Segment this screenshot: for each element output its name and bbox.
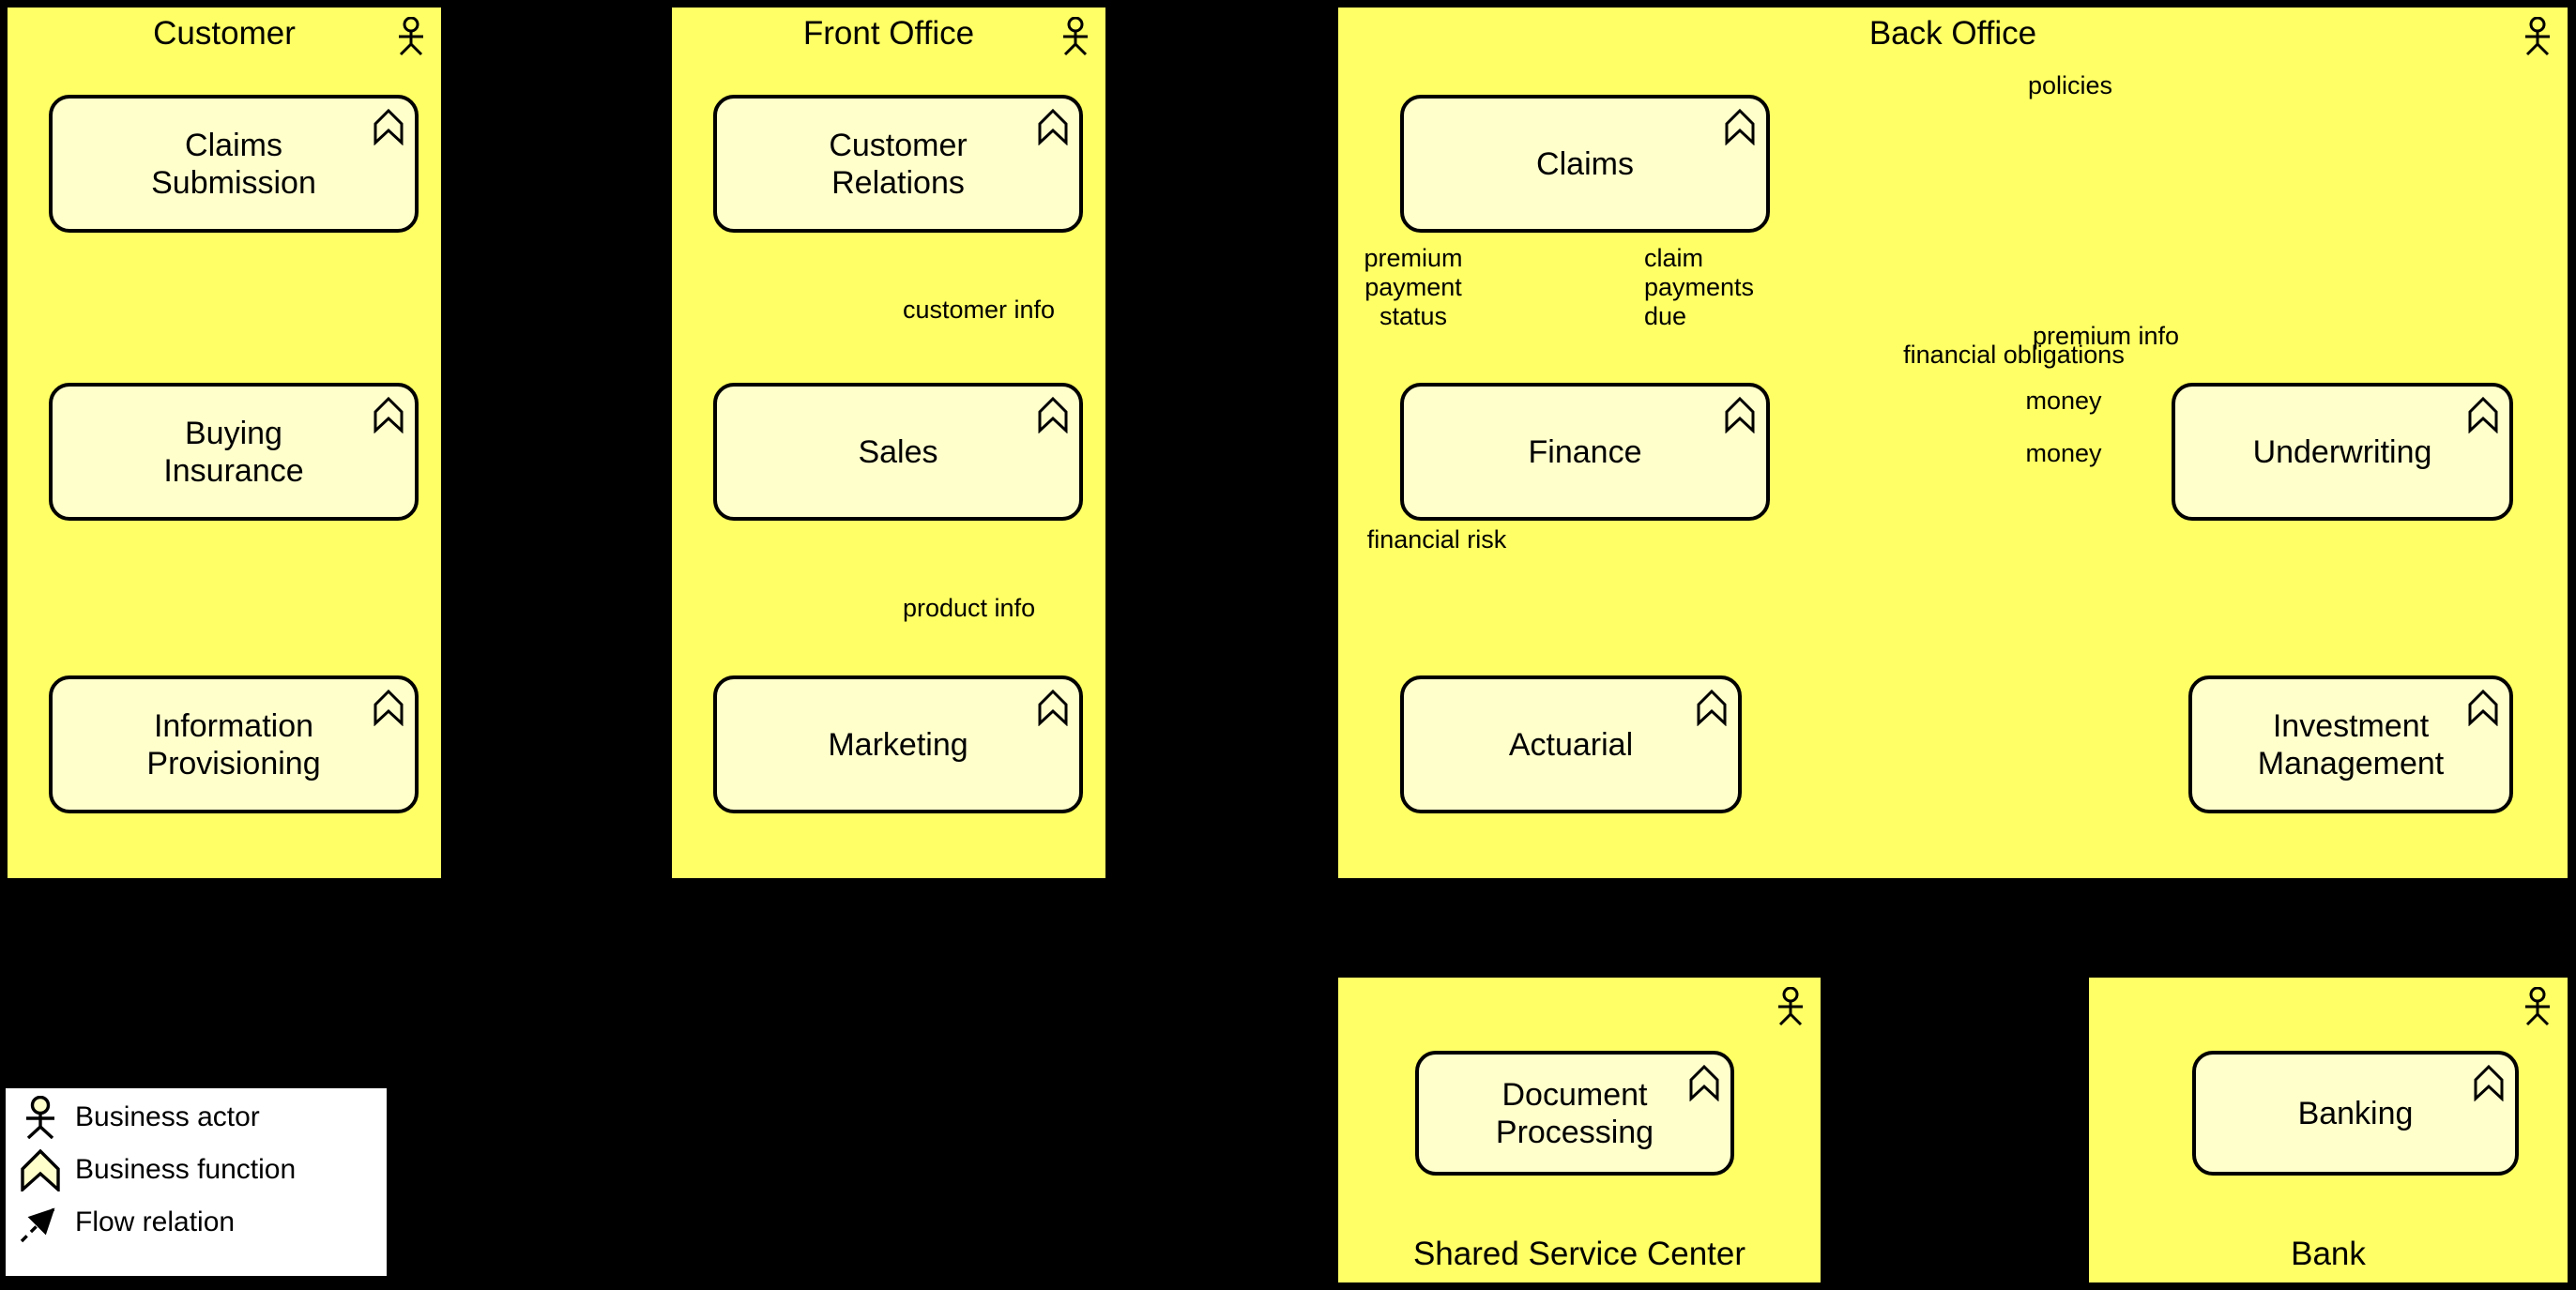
function-label: Document Processing	[1495, 1076, 1654, 1150]
business-function-icon	[2474, 1064, 2504, 1102]
actor-front-office[interactable]: Front Office Customer Relations Sales Ma…	[668, 4, 1109, 882]
actor-shared-service-center[interactable]: Document Processing Shared Service Cente…	[1334, 974, 1824, 1286]
function-banking[interactable]: Banking	[2192, 1051, 2519, 1176]
business-actor-icon	[19, 1095, 62, 1140]
flow-relation-icon	[19, 1201, 62, 1244]
business-function-icon	[19, 1148, 62, 1193]
function-investment-management[interactable]: Investment Management	[2188, 675, 2513, 813]
legend-label: Business actor	[75, 1101, 260, 1132]
business-function-icon	[2468, 396, 2498, 434]
flow-label-product-info: product info	[903, 594, 1036, 622]
function-finance[interactable]: Finance	[1400, 383, 1770, 521]
business-function-icon	[1038, 689, 1068, 727]
legend-label: Business function	[75, 1154, 297, 1185]
flow-label-financial-risk: financial risk	[1366, 525, 1507, 554]
actor-back-office-title: Back Office	[1868, 15, 2037, 52]
function-label: Claims	[1536, 145, 1634, 182]
function-customer-relations[interactable]: Customer Relations	[713, 95, 1083, 233]
function-label: Banking	[2297, 1095, 2414, 1131]
actor-front-office-title: Front Office	[802, 15, 975, 52]
actor-bank-title: Bank	[2291, 1236, 2366, 1272]
business-function-icon	[1725, 396, 1755, 434]
function-label: Sales	[858, 433, 938, 470]
business-actor-icon	[1059, 16, 1092, 56]
function-claims-submission[interactable]: Claims Submission	[49, 95, 419, 233]
business-function-icon	[1725, 108, 1755, 146]
actor-back-office[interactable]: Back Office Claims Finance Underwriting …	[1334, 4, 2571, 882]
function-buying-insurance[interactable]: Buying Insurance	[49, 383, 419, 521]
business-function-icon	[2468, 689, 2498, 727]
flow-label-premium-info: premium info	[2032, 322, 2180, 350]
legend-item-business-actor: Business actor	[19, 1095, 260, 1140]
function-information-provisioning[interactable]: Information Provisioning	[49, 675, 419, 813]
function-label: Underwriting	[2252, 433, 2432, 470]
function-underwriting[interactable]: Underwriting	[2172, 383, 2513, 521]
business-actor-icon	[2521, 16, 2554, 56]
function-label: Marketing	[828, 726, 968, 763]
function-sales[interactable]: Sales	[713, 383, 1083, 521]
business-function-icon	[1038, 396, 1068, 434]
flow-label-money-lower: money	[2025, 439, 2102, 467]
business-actor-icon	[394, 16, 428, 56]
flow-label-money-upper: money	[2025, 387, 2102, 415]
diagram-canvas: Customer Claims Submission Buying Insura…	[0, 0, 2576, 1290]
flow-label-policies: policies	[2027, 71, 2113, 99]
business-function-icon	[1689, 1064, 1719, 1102]
flow-label-claim-payments-due: claim payments due	[1644, 244, 1755, 330]
function-actuarial[interactable]: Actuarial	[1400, 675, 1742, 813]
function-claims[interactable]: Claims	[1400, 95, 1770, 233]
flow-label-premium-payment-status: premium payment status	[1364, 244, 1463, 330]
function-label: Finance	[1528, 433, 1642, 470]
function-label: Information Provisioning	[146, 707, 321, 782]
actor-bank[interactable]: Banking Bank	[2085, 974, 2571, 1286]
business-actor-icon	[1774, 986, 1807, 1026]
function-marketing[interactable]: Marketing	[713, 675, 1083, 813]
legend: Business actor Business function Flow re…	[6, 1088, 387, 1276]
function-document-processing[interactable]: Document Processing	[1415, 1051, 1734, 1176]
business-function-icon	[1038, 108, 1068, 146]
actor-shared-service-center-title: Shared Service Center	[1412, 1236, 1746, 1272]
function-label: Claims Submission	[151, 127, 316, 201]
business-function-icon	[373, 108, 404, 146]
business-function-icon	[1697, 689, 1727, 727]
function-label: Investment Management	[2257, 707, 2445, 782]
function-label: Actuarial	[1508, 726, 1634, 763]
flow-label-customer-info: customer info	[903, 296, 1056, 324]
business-actor-icon	[2521, 986, 2554, 1026]
function-label: Customer Relations	[829, 127, 968, 201]
business-function-icon	[373, 689, 404, 727]
actor-customer-title: Customer	[153, 15, 296, 52]
function-label: Buying Insurance	[163, 415, 304, 489]
legend-item-business-function: Business function	[19, 1148, 297, 1193]
business-function-icon	[373, 396, 404, 434]
legend-item-flow-relation: Flow relation	[19, 1201, 235, 1244]
actor-customer[interactable]: Customer Claims Submission Buying Insura…	[4, 4, 445, 882]
legend-label: Flow relation	[75, 1207, 236, 1237]
